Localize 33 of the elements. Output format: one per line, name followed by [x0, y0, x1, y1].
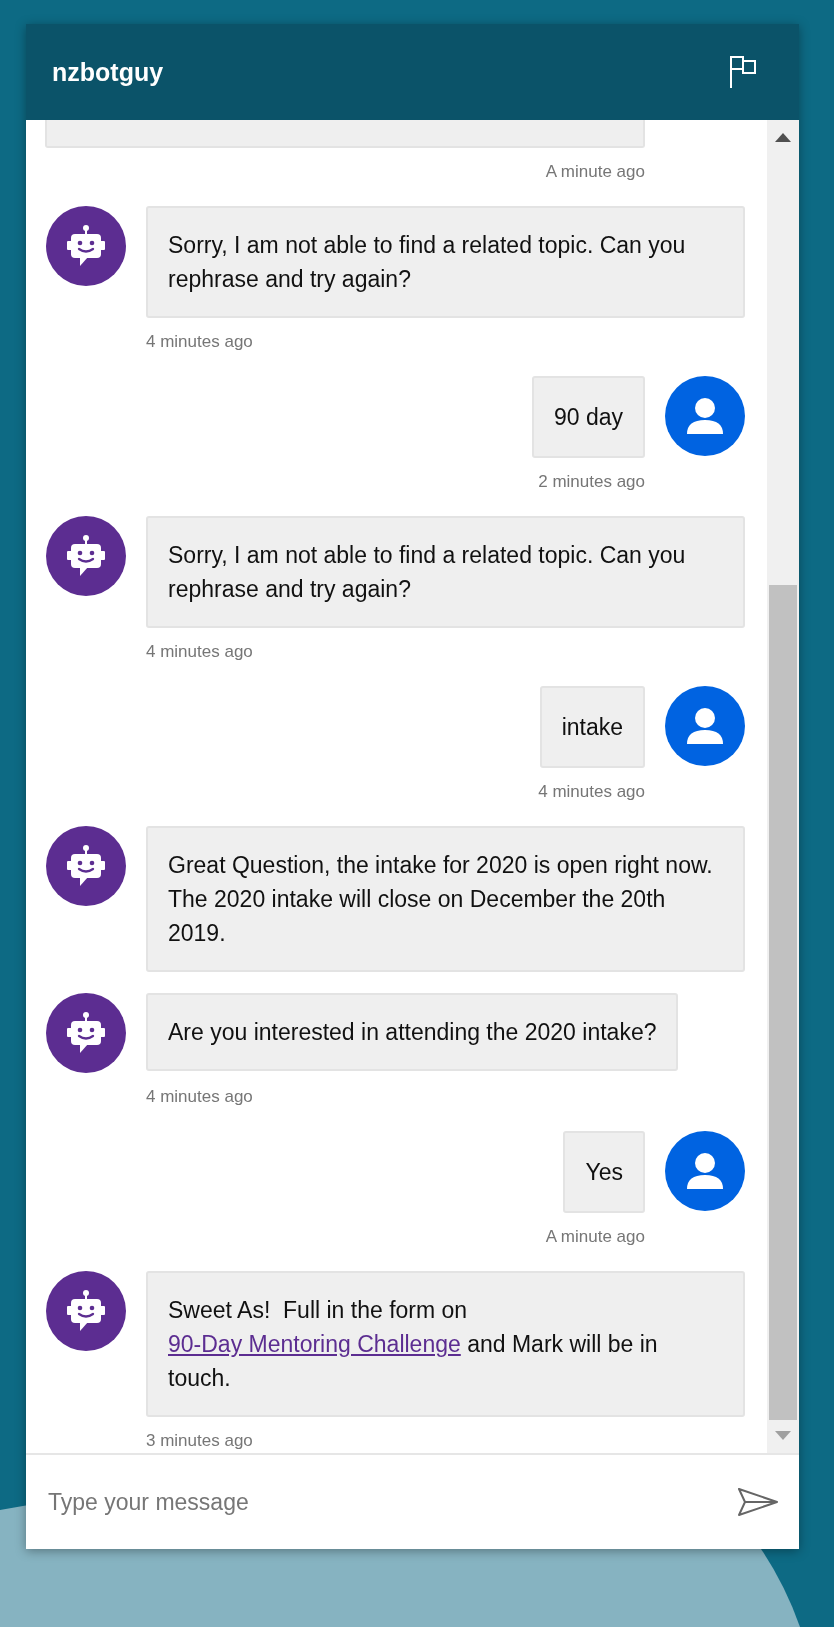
bot-avatar-icon [46, 1271, 126, 1351]
message-bubble: Sweet As! Full in the form on 90-Day Mentoring Challenge and Mark will be in touch. [146, 1271, 745, 1417]
bot-avatar-icon [46, 516, 126, 596]
message-bubble: Sorry, I am not able to find a related topic. Can you rephrase and try again? [146, 516, 745, 628]
timestamp: 2 minutes ago [538, 472, 645, 492]
timestamp: 4 minutes ago [146, 1087, 253, 1107]
message-bubble: intake [539, 686, 645, 768]
bot-avatar-icon [46, 206, 126, 286]
scroll-up-icon[interactable] [775, 132, 791, 142]
user-avatar-icon [665, 376, 745, 456]
bot-avatar-icon [46, 993, 126, 1073]
timestamp: 4 minutes ago [146, 332, 253, 352]
message-bubble: Sorry, I am not able to find a related topic. Can you rephrase and try again? [146, 206, 745, 318]
timestamp: 4 minutes ago [146, 642, 253, 662]
message-input[interactable]: Type your message [46, 1487, 737, 1517]
send-icon [737, 1487, 779, 1517]
mentoring-link[interactable]: 90-Day Mentoring Challenge [168, 1331, 461, 1357]
window-title: nzbotguy [52, 57, 164, 87]
scrollbar-thumb[interactable] [769, 585, 797, 1420]
message-bubble: Are you interested in attending the 2020 intake? [146, 993, 679, 1071]
timestamp: 3 minutes ago [146, 1431, 253, 1451]
bot-avatar-icon [46, 826, 126, 906]
timestamp: A minute ago [545, 1227, 645, 1247]
timestamp: 4 minutes ago [538, 782, 645, 802]
timestamp: A minute ago [545, 162, 645, 182]
user-avatar-icon [665, 686, 745, 766]
flag-icon [729, 55, 757, 89]
flag-button[interactable] [727, 53, 759, 91]
message-bubble: Yes [563, 1131, 645, 1213]
message-bubble: Great Question, the intake for 2020 is open right now. The 2020 intake will close on December the 20th 2019. [146, 826, 745, 972]
send-button[interactable] [737, 1487, 779, 1517]
user-avatar-icon [665, 1131, 745, 1211]
message-bubble: 90 day [531, 376, 645, 458]
